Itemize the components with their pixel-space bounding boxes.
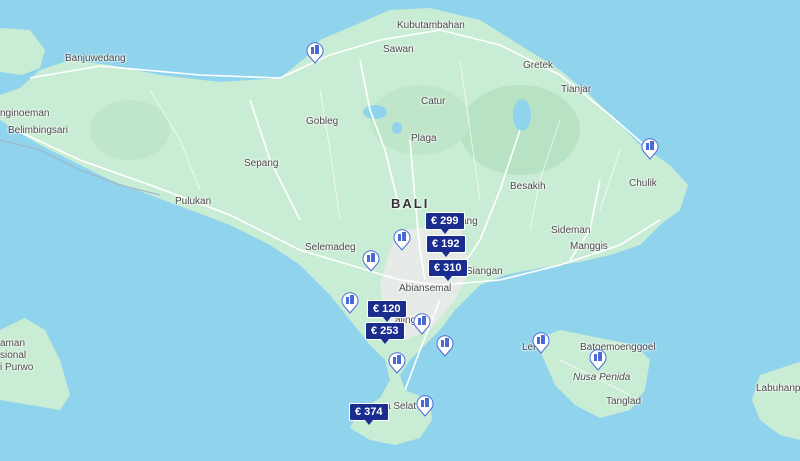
place-label-chulik: Chulik [629,178,657,189]
price-pin-374[interactable]: € 374 [349,403,389,425]
place-label-belimbingsari: Belimbingsari [8,125,69,136]
place-label-kubutambahan: Kubutambahan [397,20,465,31]
place-label-nusa-penida: Nusa Penida [573,372,631,383]
hotel-building-icon [362,250,380,272]
place-label-sional: sional [0,350,27,361]
hotel-pin[interactable] [306,42,324,64]
place-label-sawan: Sawan [383,44,414,55]
place-label-tianjar: Tianjar [561,84,592,95]
place-label-purwo: i Purwo [0,362,34,373]
hotel-pin[interactable] [388,352,406,374]
lake-batur [513,99,531,131]
place-label-ngingoeman: nginoeman [0,108,50,119]
place-label-manggis: Manggis [570,241,608,252]
price-pin-299[interactable]: € 299 [425,212,465,234]
place-label-siangan: Siangan [466,266,503,277]
hotel-pin[interactable] [532,332,550,354]
price-pin-192[interactable]: € 192 [426,235,466,257]
hotel-building-icon [341,292,359,314]
place-label-catur: Catur [421,96,446,107]
place-label-sideman: Sideman [551,225,591,236]
lake-tamblingan [363,105,387,119]
hotel-building-icon [532,332,550,354]
hotel-building-icon [641,138,659,160]
place-label-gretek: Gretek [523,60,554,71]
hotel-pin[interactable] [393,229,411,251]
place-label-sepang: Sepang [244,158,279,169]
place-label-kuta-selatan: a Selat [385,401,417,412]
region-label-bali: BALI [391,196,430,211]
price-pin-310[interactable]: € 310 [428,259,468,281]
hotel-pin[interactable] [436,335,454,357]
place-label-besakih: Besakih [510,181,546,192]
hotel-pin[interactable] [416,395,434,417]
mountain-shade-west [90,100,170,160]
price-pin-253[interactable]: € 253 [365,322,405,344]
hotel-building-icon [416,395,434,417]
price-pin-120[interactable]: € 120 [367,300,407,322]
hotel-pin[interactable] [413,313,431,335]
hotel-building-icon [589,349,607,371]
place-label-abiansemal: Abiansemal [399,283,452,294]
place-label-selemadeg: Selemadeg [305,242,356,253]
hotel-building-icon [413,313,431,335]
hotel-building-icon [393,229,411,251]
hotel-pin[interactable] [362,250,380,272]
hotel-pin[interactable] [341,292,359,314]
hotel-building-icon [436,335,454,357]
hotel-building-icon [388,352,406,374]
mountain-shade-batur [370,85,470,155]
hotel-building-icon [306,42,324,64]
place-label-gobleg: Gobleg [306,116,339,127]
place-label-pulukan: Pulukan [175,196,212,207]
place-label-labuhanpo: Labuhanpo [756,383,800,394]
place-label-aman: aman [0,338,26,349]
place-label-plaga: Plaga [411,133,437,144]
lake-bratan [392,122,402,134]
place-label-banjuwedang: Banjuwedang [65,53,126,64]
place-label-tanglad: Tanglad [606,396,642,407]
hotel-pin[interactable] [589,349,607,371]
hotel-pin[interactable] [641,138,659,160]
